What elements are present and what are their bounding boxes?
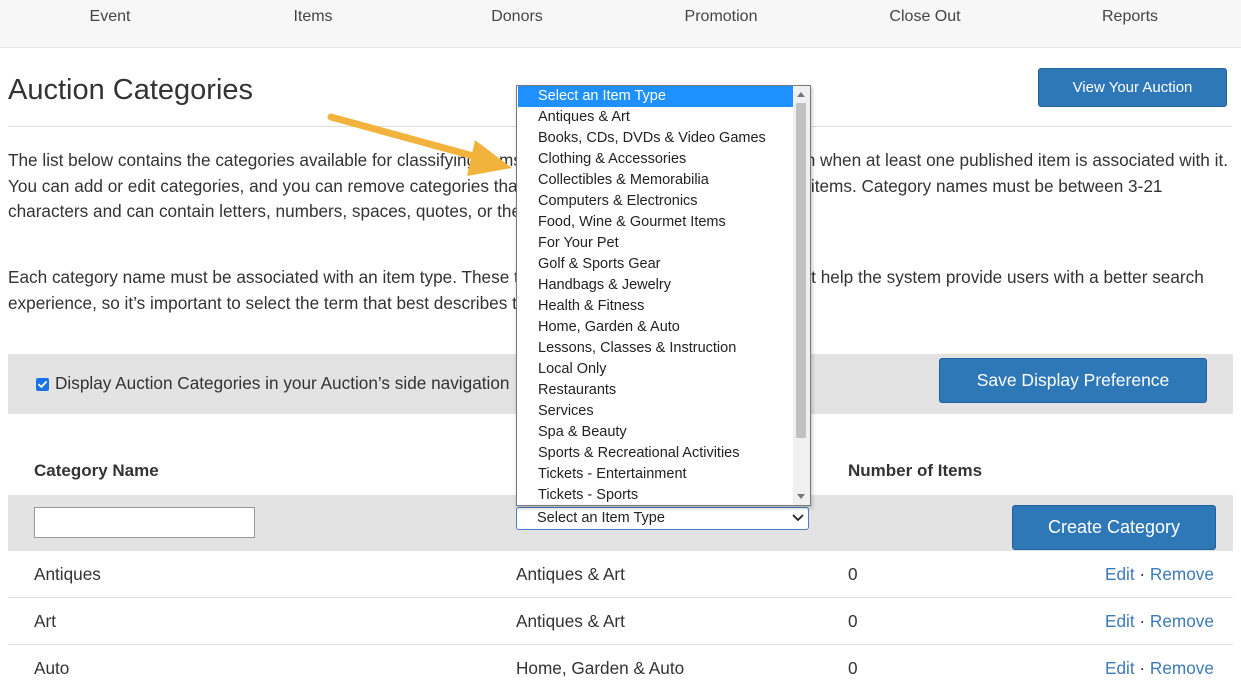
nav-item-items[interactable]: Items: [293, 8, 332, 26]
nav-item-donors[interactable]: Donors: [491, 8, 543, 26]
row-actions: Edit · Remove: [1105, 611, 1214, 632]
item-count: 0: [848, 564, 858, 584]
dropdown-option[interactable]: Select an Item Type: [518, 86, 794, 107]
row-actions: Edit · Remove: [1105, 564, 1214, 585]
nav-item-event[interactable]: Event: [90, 8, 131, 26]
nav-item-reports[interactable]: Reports: [1102, 8, 1158, 26]
column-header-category-name: Category Name: [34, 461, 159, 480]
table-row: Auto Home, Garden & Auto 0 Edit · Remove: [8, 645, 1233, 691]
dropdown-option[interactable]: Local Only: [518, 359, 794, 380]
page-title: Auction Categories: [8, 74, 254, 106]
scroll-down-icon[interactable]: [797, 494, 805, 499]
dropdown-option[interactable]: Lessons, Classes & Instruction: [518, 338, 794, 359]
item-count: 0: [848, 658, 858, 678]
category-name: Art: [34, 611, 56, 631]
table-row: Antiques Antiques & Art 0 Edit · Remove: [8, 551, 1233, 598]
action-separator: ·: [1139, 564, 1146, 584]
nav-item-close-out[interactable]: Close Out: [889, 8, 960, 26]
dropdown-option[interactable]: Health & Fitness: [518, 296, 794, 317]
checkmark-icon: [38, 381, 47, 388]
dropdown-option[interactable]: Books, CDs, DVDs & Video Games: [518, 128, 794, 149]
dropdown-option[interactable]: Golf & Sports Gear: [518, 254, 794, 275]
remove-link[interactable]: Remove: [1150, 658, 1214, 678]
create-category-button[interactable]: Create Category: [1012, 505, 1216, 550]
dropdown-scrollbar[interactable]: [793, 86, 810, 505]
edit-link[interactable]: Edit: [1105, 564, 1135, 584]
item-type: Home, Garden & Auto: [516, 658, 685, 678]
action-separator: ·: [1139, 658, 1146, 678]
nav-item-promotion[interactable]: Promotion: [685, 8, 758, 26]
dropdown-option[interactable]: For Your Pet: [518, 233, 794, 254]
display-categories-label: Display Auction Categories in your Aucti…: [55, 373, 510, 393]
edit-link[interactable]: Edit: [1105, 658, 1135, 678]
dropdown-option[interactable]: Antiques & Art: [518, 107, 794, 128]
dropdown-option[interactable]: Services: [518, 401, 794, 422]
dropdown-option[interactable]: Clothing & Accessories: [518, 149, 794, 170]
display-categories-checkbox[interactable]: [36, 378, 49, 391]
item-count: 0: [848, 611, 858, 631]
scroll-up-icon[interactable]: [797, 92, 805, 97]
item-type-dropdown-list[interactable]: Select an Item Type Antiques & Art Books…: [516, 85, 811, 506]
category-name: Antiques: [34, 564, 101, 584]
dropdown-option[interactable]: Spa & Beauty: [518, 422, 794, 443]
chevron-down-icon: [792, 514, 804, 521]
row-actions: Edit · Remove: [1105, 658, 1214, 679]
category-name: Auto: [34, 658, 70, 678]
edit-link[interactable]: Edit: [1105, 611, 1135, 631]
dropdown-option[interactable]: Home, Garden & Auto: [518, 317, 794, 338]
category-name-input[interactable]: [34, 507, 255, 538]
dropdown-option[interactable]: Sports & Recreational Activities: [518, 443, 794, 464]
dropdown-option[interactable]: Handbags & Jewelry: [518, 275, 794, 296]
top-navigation: Event Items Donors Promotion Close Out R…: [0, 0, 1241, 48]
item-type-select-value: Select an Item Type: [537, 510, 665, 526]
remove-link[interactable]: Remove: [1150, 611, 1214, 631]
view-auction-button[interactable]: View Your Auction: [1038, 68, 1227, 107]
remove-link[interactable]: Remove: [1150, 564, 1214, 584]
dropdown-option[interactable]: Computers & Electronics: [518, 191, 794, 212]
item-type-select[interactable]: Select an Item Type: [516, 507, 809, 530]
dropdown-option[interactable]: Tickets - Sports: [518, 485, 794, 505]
column-header-number-of-items: Number of Items: [848, 461, 983, 480]
item-type: Antiques & Art: [516, 564, 625, 584]
scrollbar-thumb[interactable]: [796, 103, 806, 438]
dropdown-option[interactable]: Restaurants: [518, 380, 794, 401]
dropdown-option[interactable]: Food, Wine & Gourmet Items: [518, 212, 794, 233]
save-display-preference-button[interactable]: Save Display Preference: [939, 358, 1207, 403]
action-separator: ·: [1139, 611, 1146, 631]
dropdown-option[interactable]: Tickets - Entertainment: [518, 464, 794, 485]
table-row: Art Antiques & Art 0 Edit · Remove: [8, 598, 1233, 645]
dropdown-option[interactable]: Collectibles & Memorabilia: [518, 170, 794, 191]
item-type: Antiques & Art: [516, 611, 625, 631]
